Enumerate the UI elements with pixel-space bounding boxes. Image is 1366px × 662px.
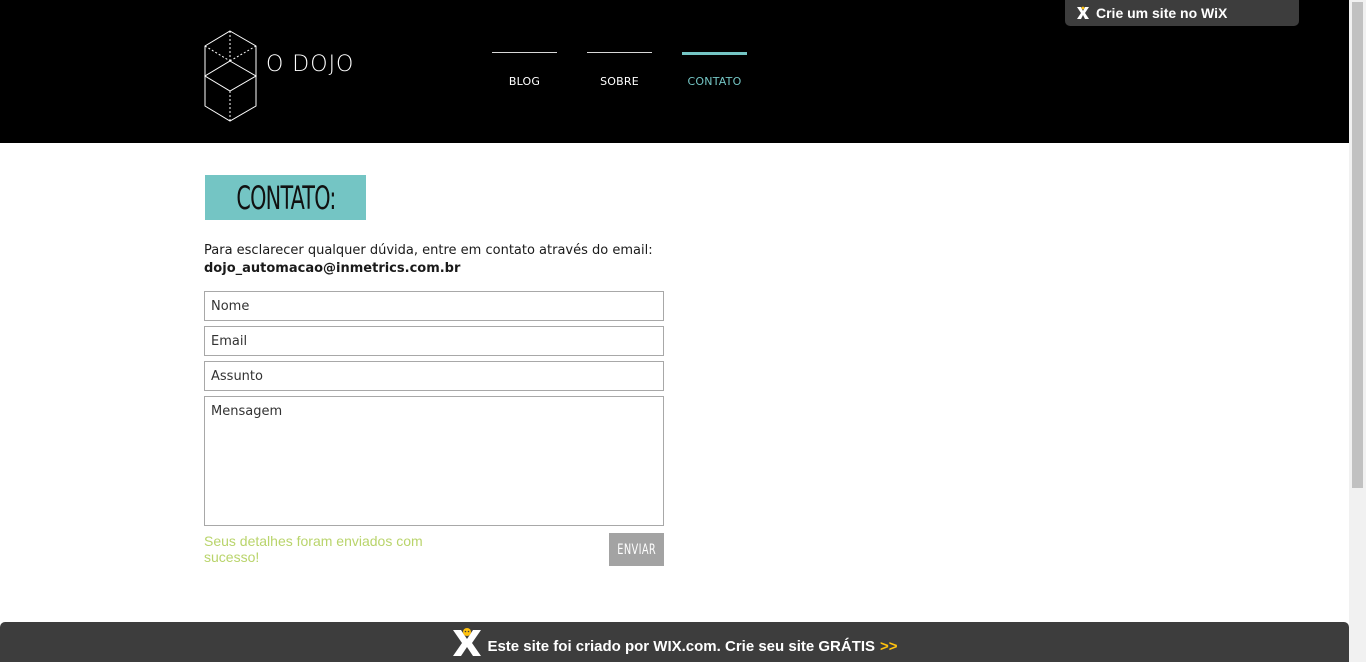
name-input[interactable] xyxy=(204,291,664,321)
contact-email: dojo_automacao@inmetrics.com.br xyxy=(204,261,461,276)
wix-footer-text: Este site foi criado por WIX.com. Crie s… xyxy=(487,637,876,655)
wix-x-icon xyxy=(453,628,482,656)
nav-contato-line xyxy=(682,52,747,55)
nav-sobre-label: SOBRE xyxy=(600,75,639,88)
subject-input[interactable] xyxy=(204,361,664,391)
send-button-label: ENVIAR xyxy=(617,541,656,558)
wix-banner-top[interactable]: Crie um site no WiX xyxy=(1065,0,1299,26)
send-button[interactable]: ENVIAR xyxy=(609,533,664,566)
nav-blog-line xyxy=(492,52,557,53)
nav-blog[interactable]: BLOG xyxy=(492,52,557,89)
wix-x-icon xyxy=(1077,6,1089,19)
nav-contato[interactable]: CONTATO xyxy=(682,52,747,89)
page-title-box: CONTATO: xyxy=(205,175,366,220)
email-input[interactable] xyxy=(204,326,664,356)
nav-sobre-line xyxy=(587,52,652,53)
nav-blog-label: BLOG xyxy=(508,75,541,88)
page-title: CONTATO: xyxy=(235,178,336,217)
logo-text: O DOJO xyxy=(266,52,354,77)
logo[interactable]: O DOJO xyxy=(204,30,374,122)
nav-sobre[interactable]: SOBRE xyxy=(587,52,652,89)
nav-contato-label: CONTATO xyxy=(687,75,742,88)
intro-text: Para esclarecer qualquer dúvida, entre e… xyxy=(204,243,653,258)
success-message: Seus detalhes foram enviados com sucesso… xyxy=(204,533,423,565)
scrollbar[interactable] xyxy=(1349,0,1366,662)
wix-banner-label: Crie um site no WiX xyxy=(1096,5,1228,21)
message-textarea[interactable] xyxy=(204,396,664,526)
wix-footer-arrows: >> xyxy=(880,637,898,655)
scrollbar-thumb[interactable] xyxy=(1352,2,1363,488)
cube-logo-icon: O DOJO xyxy=(204,30,354,122)
intro-text-block: Para esclarecer qualquer dúvida, entre e… xyxy=(204,242,653,278)
wix-footer-banner[interactable]: Este site foi criado por WIX.com. Crie s… xyxy=(0,622,1349,662)
